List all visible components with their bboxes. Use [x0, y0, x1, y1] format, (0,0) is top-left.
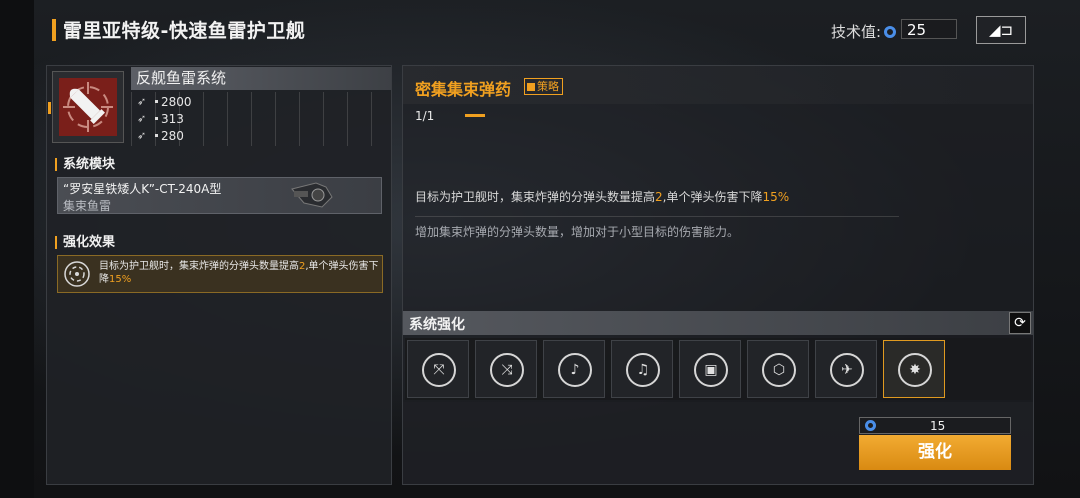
attack-icon: ➶ [137, 95, 147, 108]
enhancement-header: 系统强化 [403, 311, 1033, 335]
chip-icon: ▣ [694, 353, 728, 387]
enhance-button[interactable]: 强化 [859, 435, 1011, 470]
stat-speed: ➶ 280 [137, 128, 184, 143]
tech-gem-icon [884, 25, 897, 38]
stats-panel: ➶ 2800 ➶ 313 ➶ 280 [131, 92, 391, 146]
module-image-icon [286, 179, 338, 211]
module-section-title: 系统模块 [55, 158, 115, 171]
stat-value: 280 [161, 128, 184, 143]
guitar-missile-icon: ♫ [626, 353, 660, 387]
page-bar[interactable] [465, 114, 485, 117]
module-card[interactable]: “罗安星铁矮人K”-CT-240A型 集束鱼雷 [57, 177, 382, 214]
enhancement-slot-4[interactable]: ♫ [611, 340, 673, 398]
target-cluster-icon [63, 260, 91, 288]
speed-icon: ➶ [137, 129, 147, 142]
enhancement-slot-8-selected[interactable]: ✸ [883, 340, 945, 398]
effect-section-title: 强化效果 [55, 236, 115, 249]
enhancement-slot-1[interactable]: ⤧ [407, 340, 469, 398]
tech-value-label: 技术值: [831, 21, 900, 42]
right-panel: 密集集束弹药 策略 1/1 目标为护卫舰时，集束炸弹的分弹头数量提高2,单个弹头… [402, 65, 1034, 485]
tech-label: 技术值: [831, 23, 882, 41]
cost-display: 15 [859, 417, 1011, 434]
weapon-slot[interactable] [48, 71, 124, 143]
double-missile-icon: ⤨ [490, 353, 524, 387]
enhancement-slot-6[interactable]: ⬡ [747, 340, 809, 398]
torpedo-icon [59, 78, 117, 136]
tag-icon [527, 82, 535, 91]
system-name: 反舰鱼雷系统 [131, 67, 391, 90]
tech-value: 25 [901, 19, 957, 39]
module-type: 集束鱼雷 [63, 199, 112, 213]
effect-card: 目标为护卫舰时，集束炸弹的分弹头数量提高2,单个弹头伤害下降15% [57, 255, 383, 293]
range-icon: ➶ [137, 112, 147, 125]
skill-name: 密集集束弹药 [415, 80, 512, 99]
enhancement-title: 系统强化 [409, 317, 465, 333]
enhancement-slot-2[interactable]: ⤨ [475, 340, 537, 398]
module-name: “罗安星铁矮人K”-CT-240A型 [63, 182, 222, 196]
stat-attack: ➶ 2800 [137, 94, 192, 109]
back-button[interactable]: ◢⊐ [976, 16, 1026, 44]
effect-text: 目标为护卫舰时，集束炸弹的分弹头数量提高2,单个弹头伤害下降15% [99, 261, 379, 285]
left-edge [0, 0, 34, 498]
tech-gem-icon [865, 420, 876, 431]
guitar-missile-icon: ♪ [558, 353, 592, 387]
enhancement-slots: ⤧ ⤨ ♪ ♫ ▣ ⬡ ✈ ✸ [405, 338, 1031, 400]
refresh-button[interactable]: ⟳ [1009, 312, 1031, 334]
skill-description: 目标为护卫舰时，集束炸弹的分弹头数量提高2,单个弹头伤害下降15% [415, 190, 790, 204]
slot-marker [48, 102, 51, 114]
enhancement-slot-7[interactable]: ✈ [815, 340, 877, 398]
enhancement-slot-3[interactable]: ♪ [543, 340, 605, 398]
target-cluster-icon: ✸ [898, 353, 932, 387]
cube-icon: ⬡ [762, 353, 796, 387]
stat-range: ➶ 313 [137, 111, 184, 126]
missile-cluster-icon: ⤧ [422, 353, 456, 387]
page-title: 雷里亚特级-快速鱼雷护卫舰 [63, 20, 306, 42]
stat-value: 2800 [161, 94, 192, 109]
left-panel: 反舰鱼雷系统 ➶ 2800 ➶ 313 ➶ 280 系统模块 “罗安星铁矮人K”-CT… [46, 65, 392, 485]
enhance-area: 15 强化 [403, 402, 1033, 484]
page-indicator: 1/1 [415, 109, 435, 123]
drone-icon: ✈ [830, 353, 864, 387]
title-accent [52, 19, 56, 41]
cost-value: 15 [930, 419, 946, 433]
enhancement-slot-5[interactable]: ▣ [679, 340, 741, 398]
strategy-tag: 策略 [524, 78, 563, 95]
stat-value: 313 [161, 111, 184, 126]
skill-flavor-text: 增加集束炸弹的分弹头数量，增加对于小型目标的伤害能力。 [415, 225, 740, 239]
divider [415, 216, 899, 217]
